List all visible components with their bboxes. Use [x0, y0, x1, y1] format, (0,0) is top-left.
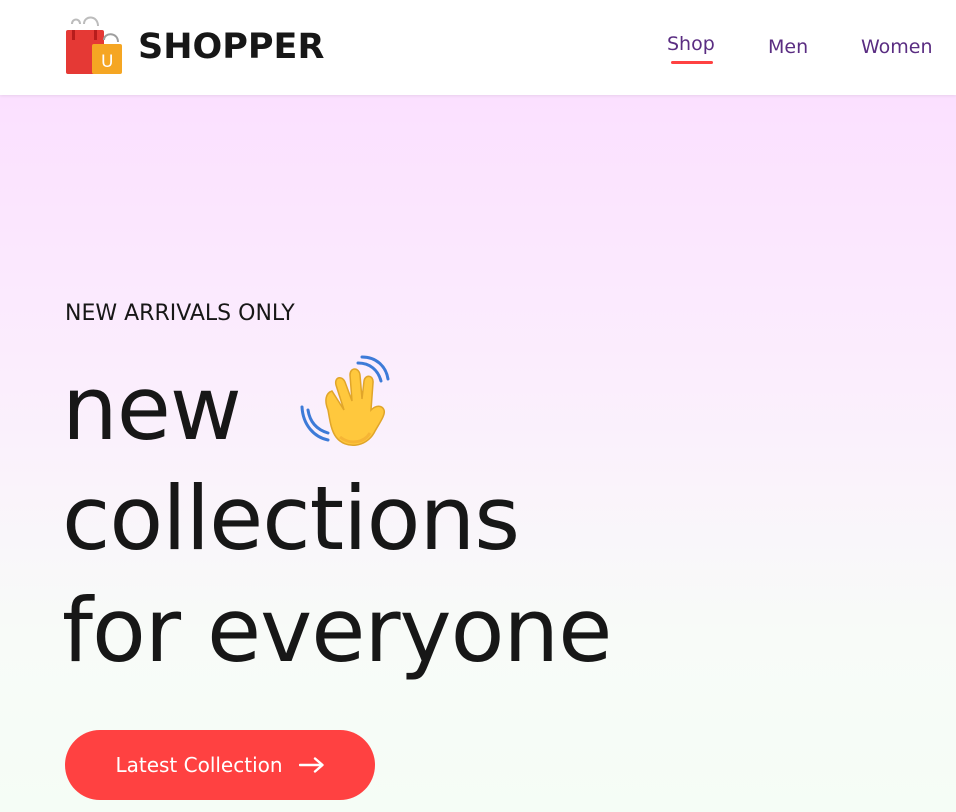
nav-menu: Shop Men Women: [0, 0, 956, 95]
cta-label: Latest Collection: [115, 753, 283, 777]
arrow-right-icon: [298, 757, 324, 773]
hero-headline-line-2: collections: [62, 467, 520, 570]
latest-collection-button[interactable]: Latest Collection: [65, 730, 375, 800]
waving-hand-icon: [300, 355, 390, 446]
hero-headline-line-3: for everyone: [62, 579, 612, 682]
hero-eyebrow: NEW ARRIVALS ONLY: [65, 301, 295, 326]
active-nav-indicator: [671, 61, 713, 64]
hero-headline-line-1: new: [62, 357, 242, 460]
nav-item-women[interactable]: Women: [861, 36, 933, 58]
nav-item-men[interactable]: Men: [768, 36, 808, 58]
navbar: U SHOPPER Shop Men Women: [0, 0, 956, 95]
hero-section: NEW ARRIVALS ONLY new collections for ev…: [0, 95, 956, 812]
nav-item-shop[interactable]: Shop: [667, 33, 715, 55]
